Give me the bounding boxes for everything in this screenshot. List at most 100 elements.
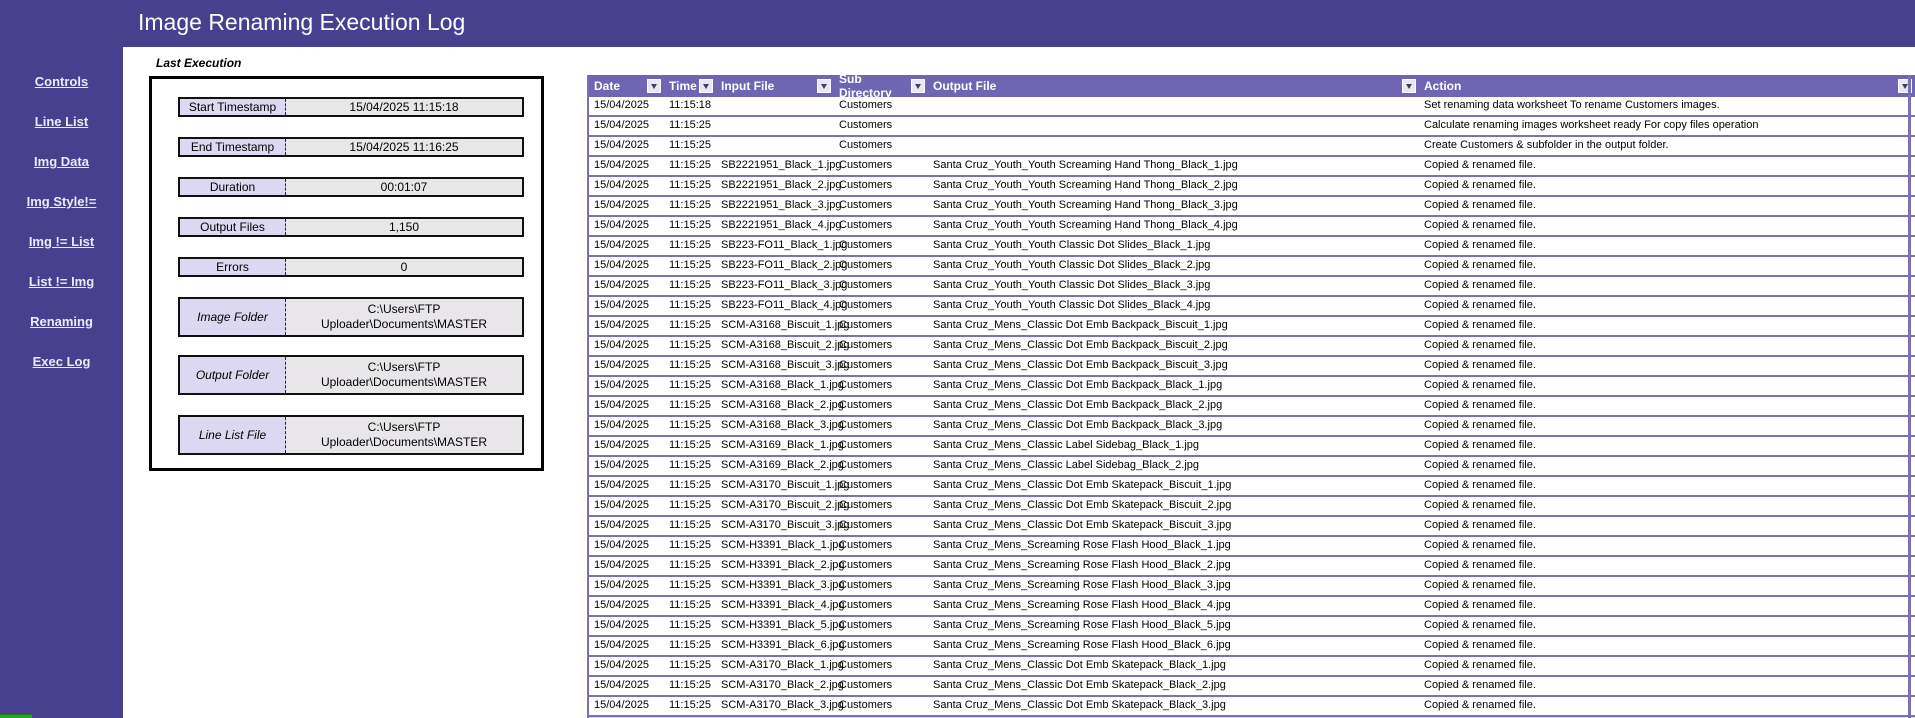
cell-action[interactable]: Copied & renamed file.	[1419, 617, 1915, 635]
cell-sub-directory[interactable]: Customers	[834, 657, 928, 675]
cell-action[interactable]: Copied & renamed file.	[1419, 417, 1915, 435]
cell-time[interactable]: 11:15:25	[664, 617, 716, 635]
column-header-sub-directory[interactable]: Sub Directory	[834, 75, 928, 97]
cell-time[interactable]: 11:15:25	[664, 317, 716, 335]
cell-date[interactable]: 15/04/2025	[589, 117, 664, 135]
cell-date[interactable]: 15/04/2025	[589, 277, 664, 295]
cell-output-file[interactable]: Santa Cruz_Youth_Youth Classic Dot Slide…	[928, 297, 1419, 315]
cell-time[interactable]: 11:15:25	[664, 597, 716, 615]
cell-action[interactable]: Copied & renamed file.	[1419, 577, 1915, 595]
cell-sub-directory[interactable]: Customers	[834, 377, 928, 395]
cell-time[interactable]: 11:15:25	[664, 297, 716, 315]
cell-time[interactable]: 11:15:25	[664, 237, 716, 255]
cell-input-file[interactable]: SCM-H3391_Black_1.jpg	[716, 537, 834, 555]
cell-input-file[interactable]: SCM-A3168_Biscuit_3.jpg	[716, 357, 834, 375]
cell-action[interactable]: Copied & renamed file.	[1419, 437, 1915, 455]
cell-input-file[interactable]: SCM-A3170_Biscuit_2.jpg	[716, 497, 834, 515]
cell-time[interactable]: 11:15:25	[664, 217, 716, 235]
cell-sub-directory[interactable]: Customers	[834, 417, 928, 435]
cell-sub-directory[interactable]: Customers	[834, 177, 928, 195]
cell-input-file[interactable]: SB223-FO11_Black_2.jpg	[716, 257, 834, 275]
cell-input-file[interactable]: SB2221951_Black_3.jpg	[716, 197, 834, 215]
cell-input-file[interactable]: SCM-A3169_Black_2.jpg	[716, 457, 834, 475]
cell-date[interactable]: 15/04/2025	[589, 537, 664, 555]
cell-input-file[interactable]: SCM-H3391_Black_6.jpg	[716, 637, 834, 655]
cell-date[interactable]: 15/04/2025	[589, 317, 664, 335]
cell-input-file[interactable]: SCM-H3391_Black_4.jpg	[716, 597, 834, 615]
cell-action[interactable]: Copied & renamed file.	[1419, 677, 1915, 695]
cell-action[interactable]: Copied & renamed file.	[1419, 477, 1915, 495]
cell-action[interactable]: Copied & renamed file.	[1419, 277, 1915, 295]
cell-action[interactable]: Copied & renamed file.	[1419, 237, 1915, 255]
cell-output-file[interactable]: Santa Cruz_Mens_Classic Dot Emb Backpack…	[928, 417, 1419, 435]
cell-sub-directory[interactable]: Customers	[834, 517, 928, 535]
cell-time[interactable]: 11:15:25	[664, 377, 716, 395]
sidebar-link-list-img[interactable]: List != Img	[0, 274, 123, 289]
cell-time[interactable]: 11:15:25	[664, 577, 716, 595]
sidebar-link-controls[interactable]: Controls	[0, 74, 123, 89]
filter-dropdown-icon[interactable]	[817, 79, 831, 93]
cell-action[interactable]: Copied & renamed file.	[1419, 497, 1915, 515]
cell-time[interactable]: 11:15:25	[664, 637, 716, 655]
cell-time[interactable]: 11:15:25	[664, 277, 716, 295]
column-header-date[interactable]: Date	[589, 75, 664, 97]
cell-input-file[interactable]: SCM-A3168_Black_3.jpg	[716, 417, 834, 435]
cell-date[interactable]: 15/04/2025	[589, 517, 664, 535]
cell-time[interactable]: 11:15:25	[664, 397, 716, 415]
cell-action[interactable]: Copied & renamed file.	[1419, 597, 1915, 615]
cell-action[interactable]: Copied & renamed file.	[1419, 397, 1915, 415]
cell-output-file[interactable]	[928, 137, 1419, 155]
cell-input-file[interactable]	[716, 137, 834, 155]
cell-output-file[interactable]: Santa Cruz_Mens_Classic Label Sidebag_Bl…	[928, 437, 1419, 455]
cell-time[interactable]: 11:15:25	[664, 557, 716, 575]
cell-output-file[interactable]: Santa Cruz_Mens_Screaming Rose Flash Hoo…	[928, 537, 1419, 555]
cell-date[interactable]: 15/04/2025	[589, 617, 664, 635]
column-header-time[interactable]: Time	[664, 75, 716, 97]
cell-output-file[interactable]: Santa Cruz_Mens_Classic Dot Emb Skatepac…	[928, 497, 1419, 515]
cell-output-file[interactable]: Santa Cruz_Mens_Classic Dot Emb Backpack…	[928, 317, 1419, 335]
cell-output-file[interactable]: Santa Cruz_Youth_Youth Screaming Hand Th…	[928, 177, 1419, 195]
cell-sub-directory[interactable]: Customers	[834, 237, 928, 255]
cell-date[interactable]: 15/04/2025	[589, 157, 664, 175]
cell-input-file[interactable]	[716, 97, 834, 115]
cell-action[interactable]: Copied & renamed file.	[1419, 197, 1915, 215]
cell-sub-directory[interactable]: Customers	[834, 117, 928, 135]
sidebar-link-img-style[interactable]: Img Style!=	[0, 194, 123, 209]
cell-input-file[interactable]: SB223-FO11_Black_4.jpg	[716, 297, 834, 315]
cell-input-file[interactable]: SCM-A3168_Biscuit_1.jpg	[716, 317, 834, 335]
cell-input-file[interactable]: SB2221951_Black_1.jpg	[716, 157, 834, 175]
column-header-action[interactable]: Action	[1419, 75, 1915, 97]
cell-time[interactable]: 11:15:25	[664, 457, 716, 475]
cell-output-file[interactable]: Santa Cruz_Mens_Classic Label Sidebag_Bl…	[928, 457, 1419, 475]
cell-input-file[interactable]: SCM-A3170_Black_2.jpg	[716, 677, 834, 695]
cell-sub-directory[interactable]: Customers	[834, 357, 928, 375]
cell-action[interactable]: Copied & renamed file.	[1419, 357, 1915, 375]
cell-sub-directory[interactable]: Customers	[834, 97, 928, 115]
cell-output-file[interactable]: Santa Cruz_Mens_Screaming Rose Flash Hoo…	[928, 617, 1419, 635]
cell-output-file[interactable]: Santa Cruz_Mens_Classic Dot Emb Skatepac…	[928, 697, 1419, 715]
cell-input-file[interactable]	[716, 117, 834, 135]
cell-date[interactable]: 15/04/2025	[589, 377, 664, 395]
filter-dropdown-icon[interactable]	[699, 79, 713, 93]
cell-input-file[interactable]: SCM-A3169_Black_1.jpg	[716, 437, 834, 455]
cell-output-file[interactable]: Santa Cruz_Youth_Youth Screaming Hand Th…	[928, 157, 1419, 175]
cell-output-file[interactable]: Santa Cruz_Youth_Youth Classic Dot Slide…	[928, 257, 1419, 275]
cell-action[interactable]: Copied & renamed file.	[1419, 557, 1915, 575]
cell-time[interactable]: 11:15:25	[664, 117, 716, 135]
cell-output-file[interactable]: Santa Cruz_Mens_Screaming Rose Flash Hoo…	[928, 557, 1419, 575]
cell-action[interactable]: Copied & renamed file.	[1419, 317, 1915, 335]
cell-time[interactable]: 11:15:25	[664, 177, 716, 195]
cell-date[interactable]: 15/04/2025	[589, 577, 664, 595]
cell-date[interactable]: 15/04/2025	[589, 497, 664, 515]
cell-output-file[interactable]: Santa Cruz_Youth_Youth Screaming Hand Th…	[928, 217, 1419, 235]
cell-output-file[interactable]: Santa Cruz_Mens_Classic Dot Emb Backpack…	[928, 377, 1419, 395]
cell-time[interactable]: 11:15:25	[664, 357, 716, 375]
cell-output-file[interactable]: Santa Cruz_Mens_Screaming Rose Flash Hoo…	[928, 597, 1419, 615]
cell-output-file[interactable]	[928, 97, 1419, 115]
cell-output-file[interactable]: Santa Cruz_Mens_Classic Dot Emb Skatepac…	[928, 477, 1419, 495]
cell-input-file[interactable]: SCM-A3170_Black_1.jpg	[716, 657, 834, 675]
cell-sub-directory[interactable]: Customers	[834, 577, 928, 595]
cell-output-file[interactable]: Santa Cruz_Mens_Classic Dot Emb Skatepac…	[928, 517, 1419, 535]
cell-output-file[interactable]: Santa Cruz_Youth_Youth Screaming Hand Th…	[928, 197, 1419, 215]
cell-output-file[interactable]	[928, 117, 1419, 135]
